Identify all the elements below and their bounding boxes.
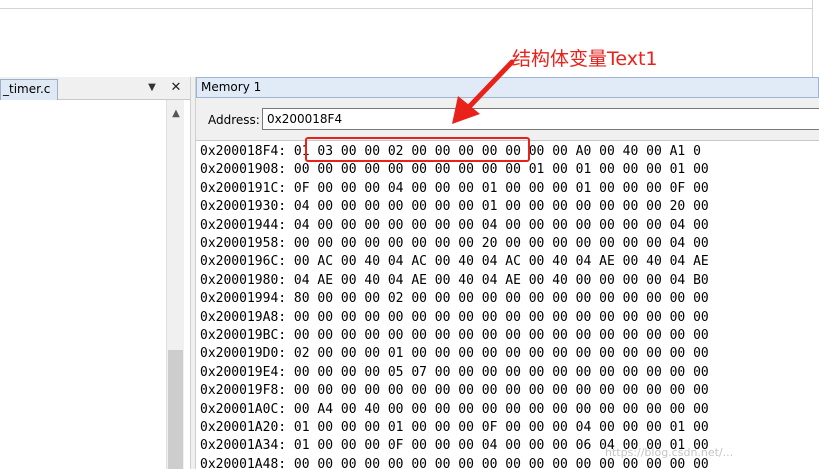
annotation-arrow-icon — [452, 59, 515, 124]
memory-row-address: 0x200019A8: — [200, 309, 287, 325]
left-panel-body — [0, 100, 166, 469]
memory-row: 0x20001930: 04 00 00 00 00 00 00 00 01 0… — [200, 198, 709, 216]
memory-row: 0x20001980: 04 AE 00 40 04 AE 00 40 04 A… — [200, 272, 709, 290]
memory-row-address: 0x200019BC: — [200, 328, 287, 343]
annotation-label: 结构体变量Text1 — [512, 48, 658, 70]
memory-row-bytes: 01 00 00 00 01 00 00 00 0F 00 00 00 04 0… — [293, 420, 709, 435]
memory-row-address: 0x200019E4: — [200, 364, 287, 380]
memory-row: 0x2000196C: 00 AC 00 40 04 AC 00 40 04 A… — [200, 253, 709, 271]
memory-row: 0x20001944: 04 00 00 00 00 00 00 00 04 0… — [200, 217, 709, 235]
memory-row-address: 0x20001944: — [200, 217, 287, 233]
left-panel: _timer.c ▼ ✕ ▲ — [0, 77, 190, 469]
memory-row-address: 0x20001958: — [200, 236, 287, 251]
pin-icon[interactable]: ▼ — [147, 81, 157, 95]
top-empty-area — [0, 0, 819, 77]
annotation-highlight-box — [305, 137, 530, 162]
memory-row-bytes: 00 00 00 00 05 07 00 00 00 00 00 00 00 0… — [293, 364, 709, 380]
close-icon[interactable]: ✕ — [170, 80, 182, 96]
memory-row: 0x200019E4: 00 00 00 00 05 07 00 00 00 0… — [200, 364, 709, 382]
memory-row-address: 0x2000191C: — [200, 180, 287, 196]
memory-row-bytes: 0F 00 00 00 04 00 00 00 01 00 00 00 01 0… — [293, 180, 709, 196]
memory-row-bytes: 00 AC 00 40 04 AC 00 40 04 AC 00 40 04 A… — [293, 254, 709, 270]
memory-row-address: 0x20001A48: — [200, 456, 287, 469]
memory-window: Memory 1 Address: 0x200018F4: 01 03 00 0… — [196, 77, 819, 469]
memory-row: 0x20001A20: 01 00 00 00 01 00 00 00 0F 0… — [200, 419, 709, 437]
memory-row-address: 0x20001A0C: — [200, 401, 287, 417]
memory-row-address: 0x2000196C: — [200, 254, 287, 270]
memory-row-bytes: 00 00 00 00 00 00 00 00 20 00 00 00 00 0… — [293, 236, 709, 251]
top-right-border — [812, 0, 813, 77]
memory-row-bytes: 00 00 00 00 00 00 00 00 00 00 00 00 00 0… — [293, 383, 709, 399]
top-divider — [0, 8, 812, 9]
memory-row: 0x20001908: 00 00 00 00 00 00 00 00 00 0… — [200, 161, 709, 179]
tab-timer-file[interactable]: _timer.c — [0, 79, 58, 100]
memory-row-address: 0x20001908: — [200, 162, 287, 178]
memory-row-bytes: 04 00 00 00 00 00 00 00 04 00 00 00 00 0… — [293, 217, 709, 233]
memory-row-bytes: 00 00 00 00 00 00 00 00 00 00 00 00 00 0… — [293, 309, 709, 325]
memory-row-bytes: 04 00 00 00 00 00 00 00 01 00 00 00 00 0… — [293, 199, 709, 215]
memory-row-bytes: 00 00 00 00 00 00 00 00 00 00 01 00 01 0… — [293, 162, 709, 178]
memory-row-bytes: 00 A4 00 40 00 00 00 00 00 00 00 00 00 0… — [293, 401, 709, 417]
memory-row: 0x200019A8: 00 00 00 00 00 00 00 00 00 0… — [200, 309, 709, 327]
watermark: https://blog.csdn.net/... — [605, 446, 734, 459]
memory-row-bytes: 02 00 00 00 01 00 00 00 00 00 00 00 00 0… — [293, 346, 709, 362]
memory-row-address: 0x20001980: — [200, 272, 287, 288]
memory-row-address: 0x20001A20: — [200, 420, 287, 435]
memory-row-bytes: 04 AE 00 40 04 AE 00 40 04 AE 00 40 00 0… — [293, 272, 709, 288]
memory-row: 0x20001958: 00 00 00 00 00 00 00 00 20 0… — [200, 235, 709, 253]
memory-row: 0x20001A0C: 00 A4 00 40 00 00 00 00 00 0… — [200, 401, 709, 419]
memory-dump: 0x200018F4: 01 03 00 00 02 00 00 00 00 0… — [196, 142, 819, 469]
memory-row-address: 0x200018F4: — [200, 144, 287, 159]
memory-row: 0x200019D0: 02 00 00 00 01 00 00 00 00 0… — [200, 345, 709, 363]
memory-row-bytes: 80 00 00 00 02 00 00 00 00 00 00 00 00 0… — [293, 291, 709, 307]
memory-row-address: 0x20001994: — [200, 291, 287, 307]
address-label: Address: — [208, 113, 260, 127]
scrollbar-thumb[interactable] — [168, 350, 183, 469]
memory-row-address: 0x20001930: — [200, 199, 287, 215]
memory-row: 0x20001994: 80 00 00 00 02 00 00 00 00 0… — [200, 290, 709, 308]
memory-row-address: 0x20001A34: — [200, 438, 287, 454]
memory-row-address: 0x200019F8: — [200, 383, 287, 399]
memory-row: 0x2000191C: 0F 00 00 00 04 00 00 00 01 0… — [200, 180, 709, 198]
left-panel-header: _timer.c ▼ ✕ — [0, 77, 190, 100]
scroll-up-arrow-icon[interactable]: ▲ — [167, 108, 185, 120]
address-input[interactable] — [262, 108, 819, 130]
memory-row-bytes: 00 00 00 00 00 00 00 00 00 00 00 00 00 0… — [293, 328, 709, 343]
memory-row-address: 0x200019D0: — [200, 346, 287, 362]
left-panel-scrollbar[interactable]: ▲ — [166, 100, 184, 469]
memory-row: 0x200019F8: 00 00 00 00 00 00 00 00 00 0… — [200, 382, 709, 400]
memory-row: 0x200019BC: 00 00 00 00 00 00 00 00 00 0… — [200, 327, 709, 345]
